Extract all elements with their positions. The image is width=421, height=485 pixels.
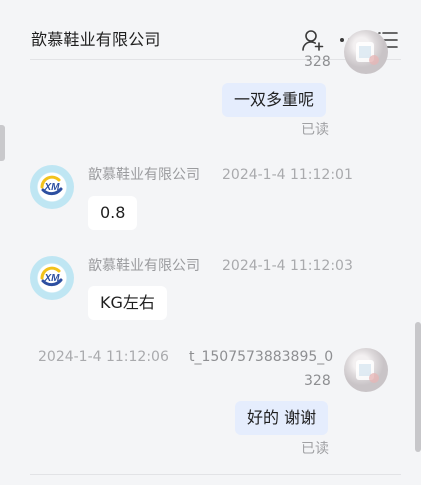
- chat-title: 歆慕鞋业有限公司: [31, 30, 161, 49]
- add-user-icon[interactable]: [300, 28, 324, 52]
- message-time: 2024-1-4 11:12:03: [222, 258, 353, 274]
- input-divider: [30, 474, 401, 475]
- incoming-message-bubble[interactable]: KG左右: [88, 286, 167, 320]
- sender-id: t_1507573883895_0: [189, 349, 334, 365]
- svg-text:XM: XM: [44, 273, 61, 284]
- read-status: 已读: [301, 122, 329, 138]
- chat-scrollbar[interactable]: [415, 322, 421, 452]
- sender-id-tail: 328: [304, 373, 331, 389]
- user-avatar[interactable]: [344, 30, 388, 74]
- company-avatar[interactable]: XM: [30, 256, 74, 300]
- message-time: 2024-1-4 11:12:06: [38, 349, 169, 365]
- user-avatar[interactable]: [344, 348, 388, 392]
- sender-id-tail: 328: [304, 54, 331, 70]
- outgoing-message-bubble[interactable]: 一双多重呢: [222, 83, 327, 117]
- panel-scroll-handle[interactable]: [0, 125, 5, 161]
- sender-name: 歆慕鞋业有限公司: [88, 258, 200, 274]
- outgoing-message-bubble[interactable]: 好的 谢谢: [235, 401, 329, 435]
- incoming-message-bubble[interactable]: 0.8: [88, 196, 138, 230]
- svg-text:XM: XM: [44, 182, 61, 193]
- read-status: 已读: [301, 441, 329, 457]
- sender-name: 歆慕鞋业有限公司: [88, 167, 200, 183]
- message-time: 2024-1-4 11:12:01: [222, 167, 353, 183]
- company-avatar[interactable]: XM: [30, 165, 74, 209]
